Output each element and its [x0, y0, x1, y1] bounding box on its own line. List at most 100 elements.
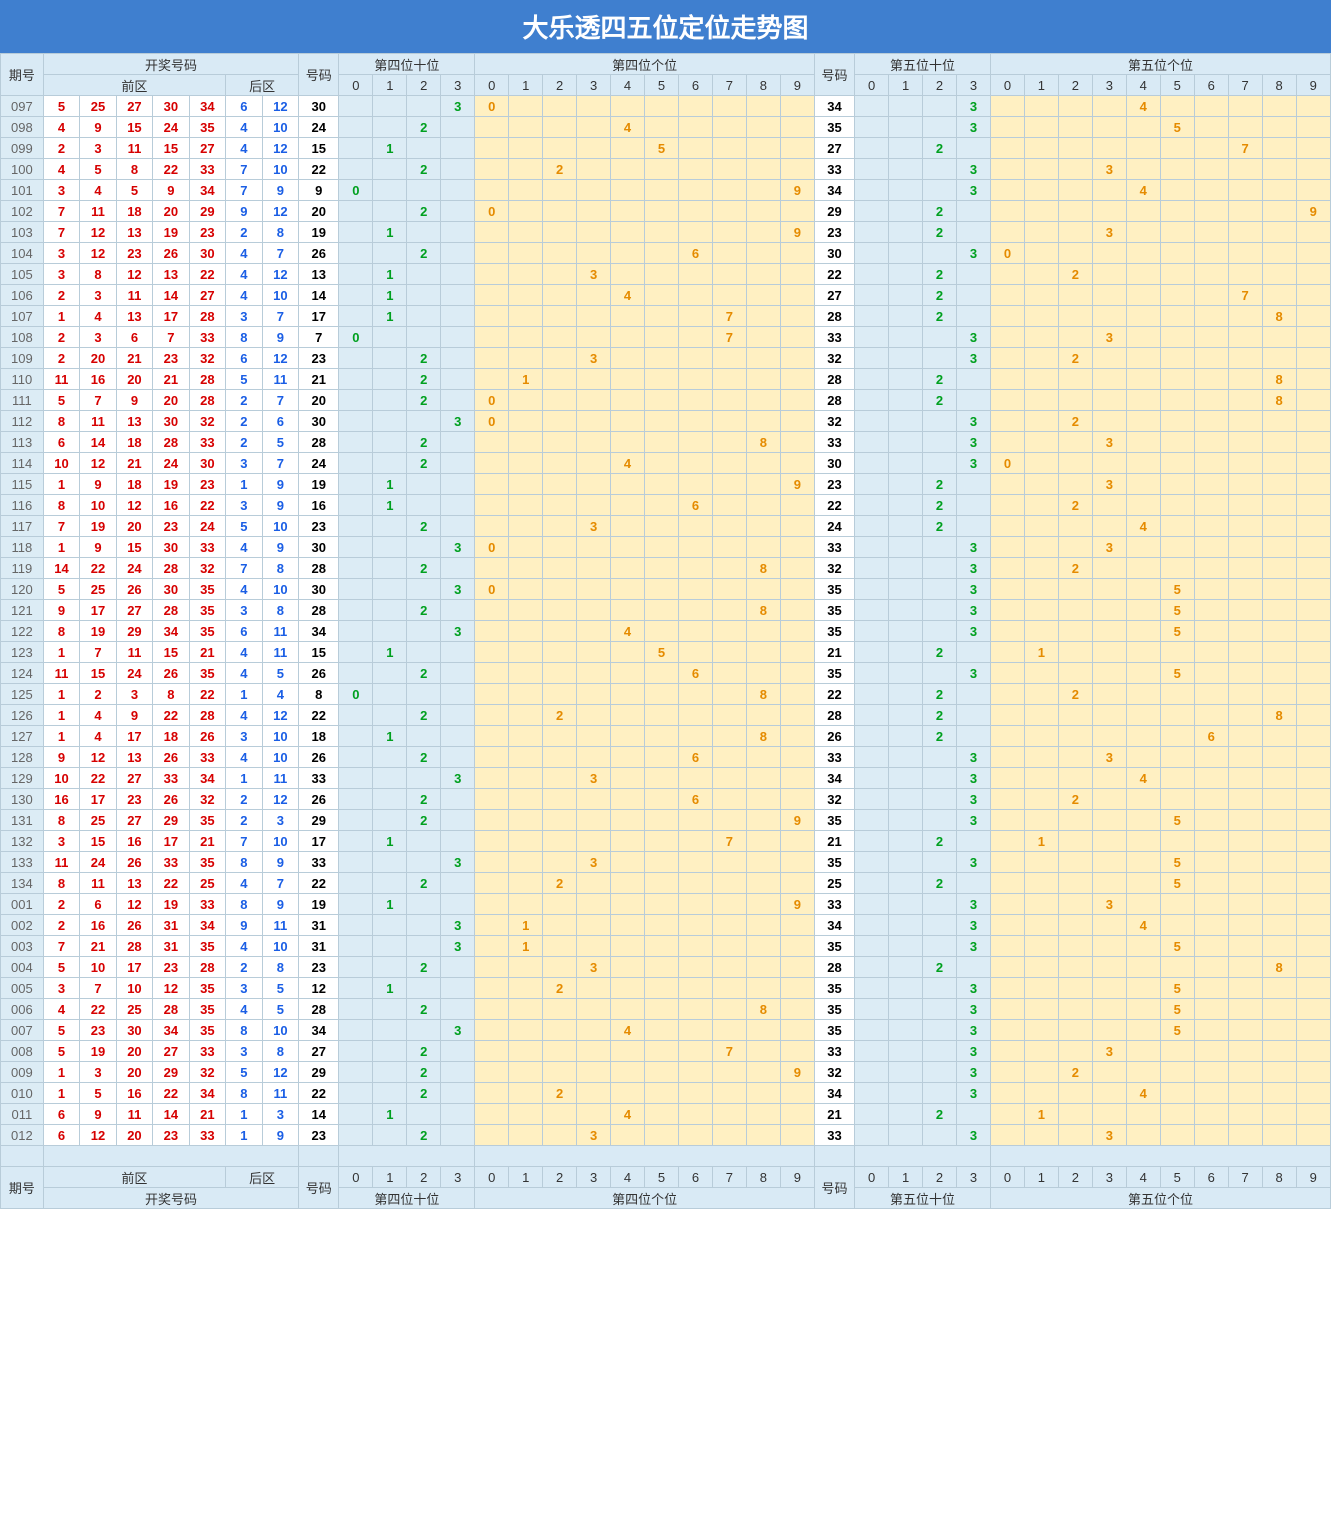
- cell-5t: [855, 852, 889, 873]
- cell-4t: 1: [373, 306, 407, 327]
- cell-5u: [1092, 453, 1126, 474]
- cell-5u: [1194, 747, 1228, 768]
- cell-front: 3: [80, 327, 116, 348]
- cell-period: 011: [1, 1104, 44, 1125]
- cell-code1: 19: [299, 222, 339, 243]
- cell-code2: 35: [814, 810, 854, 831]
- cell-5u: [1296, 327, 1330, 348]
- cell-5u: [1058, 768, 1092, 789]
- cell-4u: [746, 243, 780, 264]
- cell-4t: [441, 747, 475, 768]
- table-row: 0085192027333827273333: [1, 1041, 1331, 1062]
- cell-5u: [1092, 264, 1126, 285]
- cell-4t: 3: [441, 537, 475, 558]
- cell-5u: [1262, 558, 1296, 579]
- cell-4u: [678, 180, 712, 201]
- cell-5u: 3: [1092, 327, 1126, 348]
- cell-4u: [543, 327, 577, 348]
- tf-code1: 号码: [299, 1167, 339, 1209]
- cell-4u: 2: [543, 1083, 577, 1104]
- cell-4u: [678, 369, 712, 390]
- cell-5t: [855, 1062, 889, 1083]
- cell-5u: [990, 285, 1024, 306]
- cell-5u: [1296, 1041, 1330, 1062]
- cell-front: 22: [153, 159, 189, 180]
- cell-4u: [746, 180, 780, 201]
- cell-5u: [1228, 201, 1262, 222]
- cell-5u: [1126, 201, 1160, 222]
- cell-4t: 1: [373, 831, 407, 852]
- cell-back: 7: [262, 390, 299, 411]
- cell-front: 33: [189, 327, 225, 348]
- cell-4u: [746, 327, 780, 348]
- cell-5t: [923, 180, 957, 201]
- cell-4u: [746, 663, 780, 684]
- cell-5u: [1160, 201, 1194, 222]
- cell-4u: [780, 432, 814, 453]
- cell-4u: [611, 1041, 645, 1062]
- cell-4u: [509, 1104, 543, 1125]
- cell-5u: [1024, 159, 1058, 180]
- cell-code1: 26: [299, 243, 339, 264]
- cell-period: 126: [1, 705, 44, 726]
- cell-4u: [611, 810, 645, 831]
- cell-4u: [577, 789, 611, 810]
- cell-4u: [543, 495, 577, 516]
- d4u-5: 5: [645, 75, 679, 96]
- cell-5u: [1262, 495, 1296, 516]
- cell-5t: 2: [923, 831, 957, 852]
- cell-code1: 34: [299, 1020, 339, 1041]
- cell-back: 1: [226, 684, 262, 705]
- cell-front: 16: [80, 915, 116, 936]
- cell-5u: [990, 642, 1024, 663]
- cell-front: 16: [116, 1083, 152, 1104]
- cell-4u: [780, 159, 814, 180]
- cell-front: 11: [43, 369, 79, 390]
- cell-4u: [509, 1125, 543, 1146]
- cell-4t: [339, 894, 373, 915]
- cell-front: 13: [116, 411, 152, 432]
- cell-code2: 25: [814, 873, 854, 894]
- cell-4u: [611, 222, 645, 243]
- cell-4u: [780, 264, 814, 285]
- cell-5u: [1194, 1041, 1228, 1062]
- cell-5u: [990, 516, 1024, 537]
- table-row: 1062311142741014142727: [1, 285, 1331, 306]
- cell-5u: [1262, 327, 1296, 348]
- cell-5t: [889, 222, 923, 243]
- cell-4u: [611, 642, 645, 663]
- cell-4u: [611, 432, 645, 453]
- cell-5u: [1092, 957, 1126, 978]
- cell-front: 5: [43, 96, 79, 117]
- cell-5u: [1296, 222, 1330, 243]
- cell-4t: 2: [407, 789, 441, 810]
- cell-4u: [746, 474, 780, 495]
- cell-code2: 23: [814, 474, 854, 495]
- cell-front: 12: [116, 894, 152, 915]
- cell-4t: [373, 789, 407, 810]
- cell-5t: 3: [957, 894, 991, 915]
- cell-4u: [475, 432, 509, 453]
- table-row: 11914222428327828283232: [1, 558, 1331, 579]
- cell-4t: [373, 873, 407, 894]
- cell-4u: 1: [509, 936, 543, 957]
- cell-5u: [1228, 495, 1262, 516]
- cell-5u: [1024, 96, 1058, 117]
- cell-4t: 2: [407, 117, 441, 138]
- cell-4u: [543, 180, 577, 201]
- cell-4u: [509, 117, 543, 138]
- cell-back: 10: [262, 117, 299, 138]
- table-row: 011691114211314142121: [1, 1104, 1331, 1125]
- cell-4u: [712, 768, 746, 789]
- cell-5t: [923, 747, 957, 768]
- cell-5t: [923, 810, 957, 831]
- cell-4u: [509, 432, 543, 453]
- cell-4u: [645, 936, 679, 957]
- cell-back: 10: [262, 159, 299, 180]
- cell-4t: 3: [441, 768, 475, 789]
- cell-4u: [645, 285, 679, 306]
- cell-code2: 32: [814, 558, 854, 579]
- table-row: 1053812132241213132222: [1, 264, 1331, 285]
- cell-back: 6: [226, 96, 262, 117]
- cell-4u: [577, 159, 611, 180]
